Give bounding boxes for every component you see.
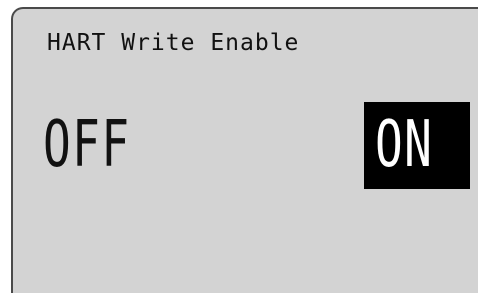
option-on[interactable]: ON — [375, 113, 433, 177]
option-off[interactable]: OFF — [43, 113, 131, 177]
screen-title: HART Write Enable — [47, 30, 300, 56]
lcd-display: HART Write Enable OFF ON — [11, 7, 478, 293]
